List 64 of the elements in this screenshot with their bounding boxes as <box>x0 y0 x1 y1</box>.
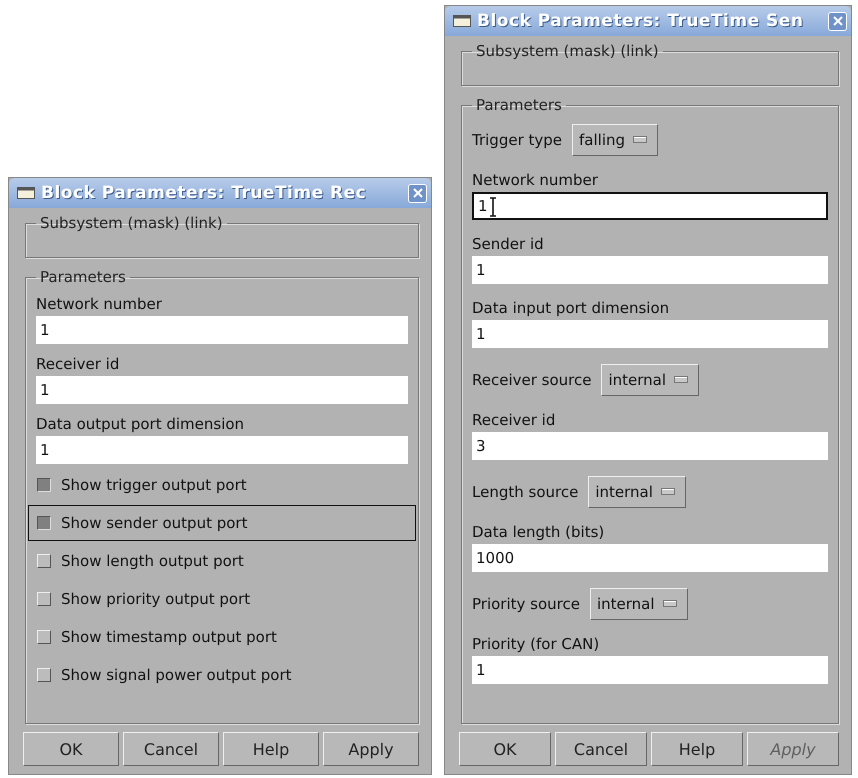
checkbox-row[interactable]: Show length output port <box>28 543 416 579</box>
close-icon <box>412 188 422 198</box>
input-field[interactable]: 1 <box>36 376 408 404</box>
checkbox[interactable] <box>37 516 51 530</box>
input-field[interactable]: 1 <box>36 436 408 464</box>
dialog-button[interactable]: Apply <box>323 732 419 766</box>
checkbox-row[interactable]: Show sender output port <box>28 505 416 541</box>
dropdown[interactable]: internal <box>588 476 686 508</box>
group-label: Parameters <box>475 96 563 114</box>
field-label: Network number <box>36 294 163 315</box>
checkbox-label: Show sender output port <box>61 514 248 532</box>
input-field[interactable]: 1 <box>36 316 408 344</box>
checkbox[interactable] <box>37 478 51 492</box>
field-label: Network number <box>472 170 599 191</box>
dropdown[interactable]: falling <box>572 124 658 156</box>
field-label: Data input port dimension <box>472 298 670 319</box>
field-label: Data length (bits) <box>472 522 606 543</box>
dialog-button[interactable]: Help <box>223 732 319 766</box>
dialog-button[interactable]: OK <box>459 732 551 766</box>
close-button[interactable] <box>828 12 847 30</box>
field-label: Sender id <box>472 234 545 255</box>
dropdown-label: Priority source <box>472 595 580 613</box>
checkbox-label: Show timestamp output port <box>61 628 277 646</box>
text-cursor-icon <box>488 196 498 218</box>
dropdown-label: Length source <box>472 483 578 501</box>
field-label: Receiver id <box>36 354 120 375</box>
checkbox-label: Show priority output port <box>61 590 250 608</box>
field-label: Receiver id <box>472 410 556 431</box>
field-label: Data output port dimension <box>36 414 246 435</box>
window-title: Block Parameters: TrueTime Rec <box>41 183 368 203</box>
dropdown-label: Receiver source <box>472 371 592 389</box>
option-menu-icon <box>660 488 675 496</box>
window-icon <box>453 15 471 27</box>
checkbox-label: Show length output port <box>61 552 244 570</box>
close-button[interactable] <box>408 184 427 202</box>
dropdown-label: Trigger type <box>472 131 562 149</box>
window-title: Block Parameters: TrueTime Sen <box>477 11 804 31</box>
checkbox-row[interactable]: Show priority output port <box>28 581 416 617</box>
dropdown[interactable]: internal <box>601 364 700 396</box>
input-field[interactable]: 3 <box>472 432 828 460</box>
dropdown[interactable]: internal <box>590 588 688 620</box>
field-label: Priority (for CAN) <box>472 634 600 655</box>
dialog-button[interactable]: Cancel <box>123 732 219 766</box>
checkbox-row[interactable]: Show trigger output port <box>28 467 416 503</box>
group-label: Subsystem (mask) (link) <box>39 214 224 232</box>
dialog-button[interactable]: Cancel <box>555 732 647 766</box>
option-menu-icon <box>662 600 677 608</box>
dialog-button[interactable]: Help <box>651 732 743 766</box>
checkbox-row[interactable]: Show timestamp output port <box>28 619 416 655</box>
option-menu-icon <box>633 136 648 144</box>
input-field[interactable]: 1000 <box>472 544 828 572</box>
close-icon <box>832 16 842 26</box>
checkbox-row[interactable]: Show signal power output port <box>28 657 416 693</box>
checkbox-label: Show signal power output port <box>61 666 292 684</box>
dialog-button[interactable]: OK <box>23 732 119 766</box>
checkbox-label: Show trigger output port <box>61 476 247 494</box>
input-field[interactable]: 1 <box>472 320 828 348</box>
window-icon <box>17 187 35 199</box>
input-field[interactable]: 1 <box>472 256 828 284</box>
input-field[interactable]: 1 <box>472 656 828 684</box>
option-menu-icon <box>674 376 688 384</box>
group-label: Parameters <box>39 268 127 286</box>
input-field[interactable]: 1 <box>472 192 828 220</box>
group-label: Subsystem (mask) (link) <box>475 42 660 60</box>
